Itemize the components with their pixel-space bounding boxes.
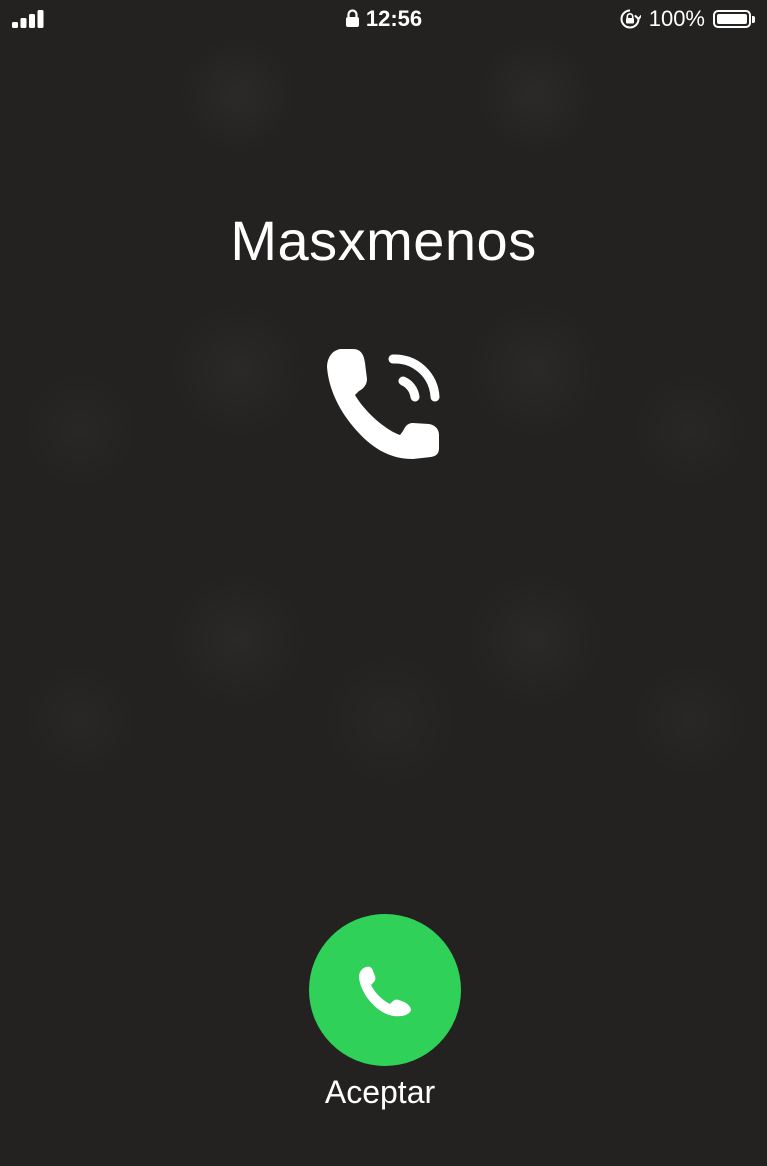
caller-name: Masxmenos — [230, 209, 537, 272]
accept-label: Aceptar — [324, 1074, 436, 1110]
incoming-call-screen: 12:56 100% Masxmenos Aceptar — [0, 0, 767, 1166]
rotation-lock-icon — [620, 9, 641, 29]
battery-tip — [752, 16, 755, 23]
accept-call-button[interactable] — [309, 914, 461, 1066]
lock-icon — [345, 9, 359, 27]
battery-icon — [713, 10, 755, 28]
battery-percent: 100% — [648, 6, 705, 31]
battery-fill — [717, 14, 747, 24]
status-bar: 12:56 100% — [0, 0, 767, 40]
whatsapp-voice-call-icon — [327, 349, 440, 459]
status-right-group: 100% — [619, 6, 755, 32]
phone-icon — [359, 966, 411, 1017]
status-time: 12:56 — [365, 6, 423, 31]
